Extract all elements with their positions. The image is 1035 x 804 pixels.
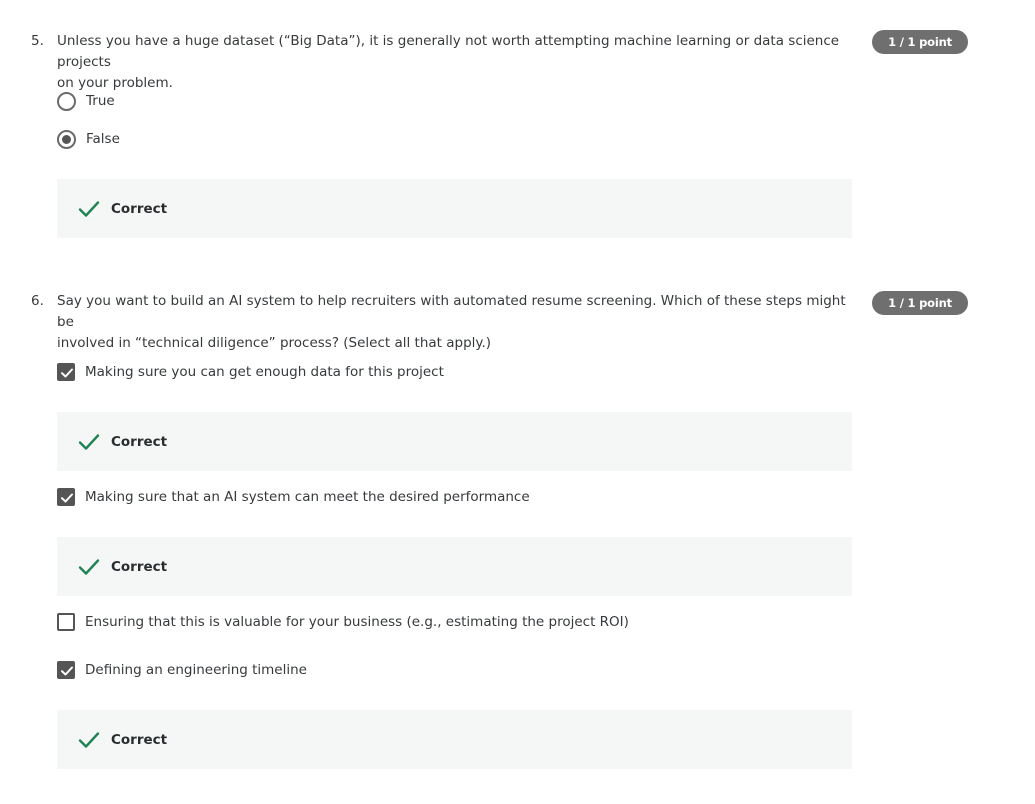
checkmark-icon (61, 368, 73, 378)
option-false[interactable]: False (57, 128, 120, 150)
option-label: False (86, 131, 120, 147)
quiz-results-page: 5. Unless you have a huge dataset (“Big … (0, 0, 1035, 804)
feedback-label: Correct (111, 433, 168, 450)
check-icon (78, 431, 100, 453)
checkbox-unchecked[interactable] (57, 613, 75, 631)
option-label: True (86, 93, 115, 109)
check-icon (78, 556, 100, 578)
feedback-correct: Correct (57, 710, 852, 769)
checkmark-icon (61, 666, 73, 676)
question-text-line: involved in “technical diligence” proces… (57, 335, 492, 351)
option-true[interactable]: True (57, 90, 115, 112)
check-icon (78, 729, 100, 751)
option-desired-performance[interactable]: Making sure that an AI system can meet t… (57, 486, 530, 508)
feedback-label: Correct (111, 558, 168, 575)
feedback-label: Correct (111, 200, 168, 217)
feedback-correct: Correct (57, 179, 852, 238)
option-label: Defining an engineering timeline (85, 662, 307, 678)
points-badge: 1 / 1 point (872, 291, 968, 315)
check-icon (78, 198, 100, 220)
points-badge: 1 / 1 point (872, 30, 968, 54)
question-number: 5. (31, 33, 44, 49)
question-text-line: Say you want to build an AI system to he… (57, 293, 846, 330)
checkbox-checked[interactable] (57, 363, 75, 381)
feedback-correct: Correct (57, 412, 852, 471)
option-label: Making sure you can get enough data for … (85, 364, 444, 380)
question-text-line: on your problem. (57, 75, 173, 91)
option-business-value[interactable]: Ensuring that this is valuable for your … (57, 611, 629, 633)
option-label: Making sure that an AI system can meet t… (85, 489, 530, 505)
checkbox-checked[interactable] (57, 661, 75, 679)
feedback-correct: Correct (57, 537, 852, 596)
feedback-label: Correct (111, 731, 168, 748)
question-text: Say you want to build an AI system to he… (57, 291, 857, 354)
option-engineering-timeline[interactable]: Defining an engineering timeline (57, 659, 307, 681)
question-text-line: Unless you have a huge dataset (“Big Dat… (57, 33, 840, 70)
question-text: Unless you have a huge dataset (“Big Dat… (57, 31, 857, 94)
radio-button[interactable] (57, 91, 76, 111)
checkmark-icon (61, 493, 73, 503)
checkbox-checked[interactable] (57, 488, 75, 506)
option-label: Ensuring that this is valuable for your … (85, 614, 629, 630)
question-number: 6. (31, 293, 44, 309)
option-enough-data[interactable]: Making sure you can get enough data for … (57, 361, 444, 383)
radio-button-selected[interactable] (57, 129, 76, 149)
